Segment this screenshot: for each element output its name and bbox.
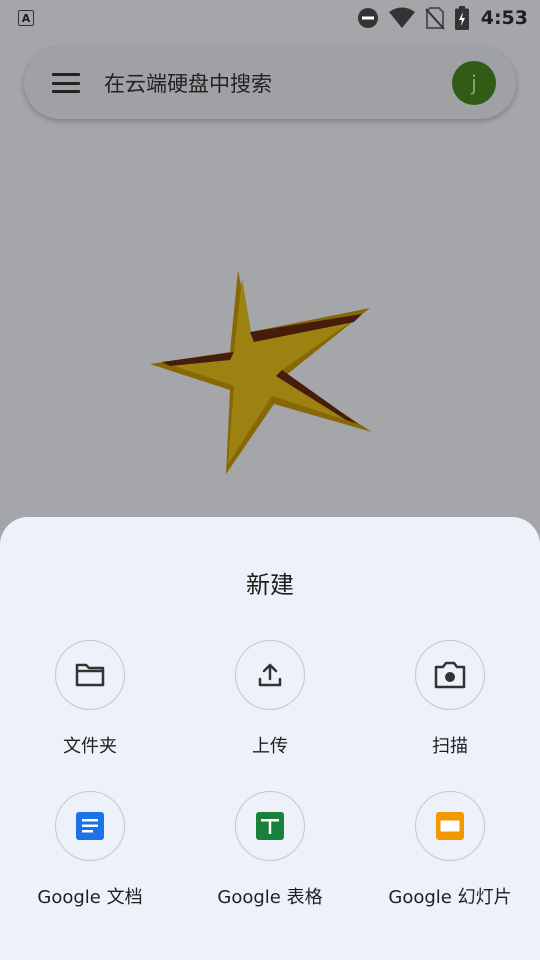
do-not-disturb-icon [357,8,378,28]
new-bottom-sheet: 新建 文件夹 上传 扫描 Google 文档 Google 表格 Google … [0,517,540,960]
google-slides-action[interactable]: Google 幻灯片 [360,791,540,909]
camera-icon [434,661,466,689]
google-slides-label: Google 幻灯片 [388,887,512,908]
scan-button[interactable] [415,640,485,710]
google-sheets-icon [256,812,284,840]
no-sim-icon [424,7,445,30]
google-slides-icon [436,812,464,840]
google-docs-icon [76,812,104,840]
google-docs-label: Google 文档 [37,887,143,908]
upload-label: 上传 [252,736,288,757]
upload-button[interactable] [235,640,305,710]
sheet-title: 新建 [246,571,294,599]
clock: 4:53 [480,7,528,29]
screen: A 4:53 在云端硬盘中搜索 j 新建 文件夹 上传 扫描 Google 文档… [0,0,540,960]
folder-icon [75,663,105,687]
google-sheets-action[interactable]: Google 表格 [180,791,360,909]
upload-action[interactable]: 上传 [180,640,360,758]
scan-action[interactable]: 扫描 [360,640,540,758]
battery-icon [454,6,469,30]
accessibility-a-icon: A [18,10,34,26]
new-folder-label: 文件夹 [63,736,117,757]
google-docs-action[interactable]: Google 文档 [0,791,180,909]
new-folder-button[interactable] [55,640,125,710]
wifi-icon [388,7,415,28]
google-docs-button[interactable] [55,791,125,861]
upload-icon [258,663,282,687]
status-left: A [18,10,34,26]
google-slides-button[interactable] [415,791,485,861]
google-sheets-button[interactable] [235,791,305,861]
new-folder-action[interactable]: 文件夹 [0,640,180,758]
status-right: 4:53 [357,6,528,30]
status-bar: A 4:53 [0,0,540,36]
scan-label: 扫描 [432,736,468,757]
google-sheets-label: Google 表格 [217,887,323,908]
